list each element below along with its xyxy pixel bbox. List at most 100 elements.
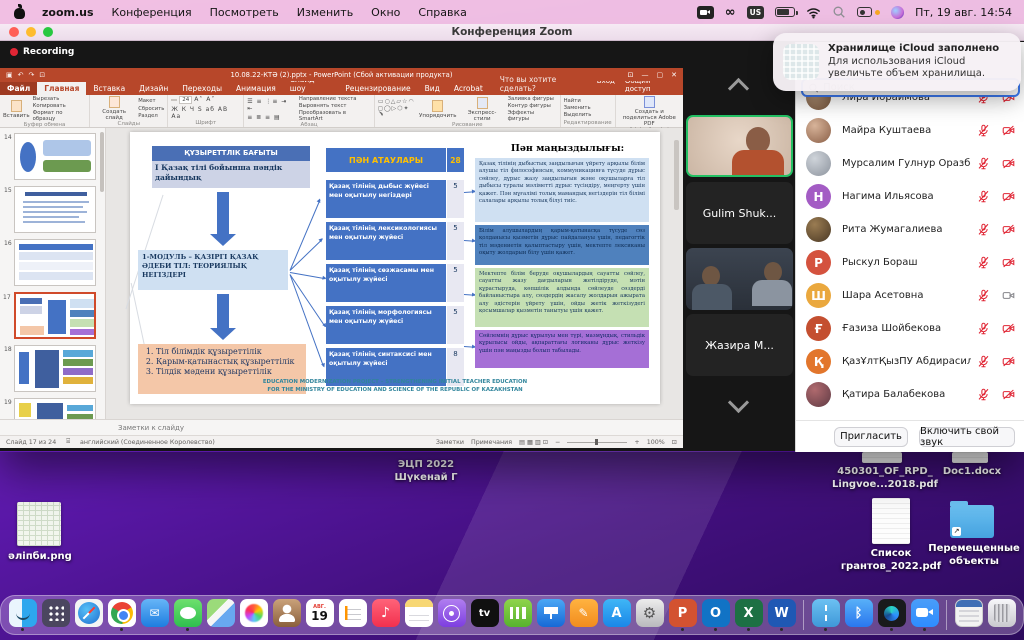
menu-clock[interactable]: Пт, 19 авг. 14:54	[915, 6, 1012, 19]
arrange-button[interactable]: Упорядочить	[419, 100, 457, 119]
font-name-box[interactable]	[171, 99, 177, 101]
icloud-notification[interactable]: Хранилище iCloud заполнено Для использов…	[773, 33, 1021, 91]
camera-off-icon[interactable]	[1002, 388, 1015, 401]
new-slide-button[interactable]: Создать слайд	[93, 96, 135, 121]
shapes-gallery[interactable]: ▭○△▱☆◠◻◯▷⬡✦﹅	[378, 99, 416, 119]
dock-contacts-icon[interactable]	[273, 599, 301, 627]
tab-transitions[interactable]: Переходы	[175, 82, 229, 95]
tab-review[interactable]: Рецензирование	[338, 82, 417, 95]
dock-reminders-icon[interactable]	[339, 599, 367, 627]
active-speaker-video[interactable]	[686, 115, 793, 177]
tab-animations[interactable]: Анимация	[229, 82, 283, 95]
dock-launchpad-icon[interactable]	[42, 599, 70, 627]
participant-video[interactable]	[686, 248, 793, 310]
dock-powerpoint-icon[interactable]: P	[669, 599, 697, 627]
camera-off-icon[interactable]	[1002, 256, 1015, 269]
dock-settings-icon[interactable]: ⚙	[636, 599, 664, 627]
shape-fill-button[interactable]: Заливка фигуры	[508, 96, 557, 102]
mic-muted-icon[interactable]	[977, 190, 990, 203]
slide-thumbnail-panel[interactable]: 14 15 16	[0, 128, 106, 419]
dock-photos-icon[interactable]	[240, 599, 268, 627]
participant-row[interactable]: Рита Жумагалиева	[796, 213, 1024, 246]
shape-effects-button[interactable]: Эффекты фигуры	[508, 110, 557, 122]
mic-muted-icon[interactable]	[977, 124, 990, 137]
dock-word-icon[interactable]: W	[768, 599, 796, 627]
mic-muted-icon[interactable]	[977, 322, 990, 335]
spotlight-icon[interactable]	[832, 5, 846, 19]
keyboard-layout-indicator[interactable]: US	[747, 6, 765, 19]
unmute-button[interactable]: Включить свой звук	[919, 427, 1015, 447]
infinity-status-icon[interactable]: ∞	[725, 5, 736, 20]
participant-tile-gulim[interactable]: Gulim Shuk...	[686, 182, 793, 244]
adobe-pdf-button[interactable]: Создать и поделиться Adobe PDF	[619, 96, 680, 127]
dock-notes-icon[interactable]	[405, 599, 433, 627]
desktop-file-alippe-label[interactable]: әліпби.png	[4, 551, 76, 564]
desktop-file-pdf450-icon[interactable]	[862, 452, 902, 463]
dock-camera-app-icon[interactable]	[878, 599, 906, 627]
camera-off-icon[interactable]	[1002, 322, 1015, 335]
slide-thumb-18[interactable]: 18	[14, 345, 96, 392]
desktop-folder-moved-icon[interactable]: ↗	[950, 505, 994, 538]
dock-trash-icon[interactable]	[988, 599, 1016, 627]
tab-file[interactable]: Файл	[0, 82, 37, 95]
tell-me-box[interactable]: Что вы хотите сделать?	[494, 73, 597, 95]
tab-design[interactable]: Дизайн	[132, 82, 175, 95]
dock-archive-utility-icon[interactable]	[812, 599, 840, 627]
tab-acrobat[interactable]: Acrobat	[447, 82, 490, 95]
list-buttons[interactable]: ☰ ≡ ⋮≡ ⇥ ⇤	[247, 98, 296, 112]
dock-podcasts-icon[interactable]	[438, 599, 466, 627]
align-buttons[interactable]: ≡ ≣ ≡ ▤	[247, 114, 296, 121]
camera-off-icon[interactable]	[1002, 190, 1015, 203]
dock-calendar-icon[interactable]: АВГ.19	[306, 599, 334, 627]
wifi-icon[interactable]	[806, 5, 821, 20]
paste-button[interactable]: Вставить	[3, 100, 30, 119]
slide-scrollbar[interactable]	[674, 140, 679, 210]
find-button[interactable]: Найти	[564, 98, 592, 104]
fit-slide-button[interactable]: ⊡	[672, 439, 677, 446]
tab-home[interactable]: Главная	[37, 82, 86, 95]
participant-row[interactable]: Мурсалим Гулнур Оразбек...	[796, 147, 1024, 180]
camera-off-icon[interactable]	[1002, 124, 1015, 137]
copy-button[interactable]: Копировать	[33, 103, 86, 109]
section-button[interactable]: Раздел	[138, 113, 164, 119]
invite-button[interactable]: Пригласить	[834, 427, 908, 447]
quick-styles-button[interactable]: Экспресс-стили	[460, 97, 505, 122]
mic-muted-icon[interactable]	[977, 289, 990, 302]
mic-muted-icon[interactable]	[977, 223, 990, 236]
menu-view[interactable]: Посмотреть	[210, 6, 279, 19]
desktop-folder-ecp-label[interactable]: ЭЦП 2022Шүкенай Г	[378, 459, 474, 484]
layout-button[interactable]: Макет	[138, 98, 164, 104]
dock-numbers-icon[interactable]	[504, 599, 532, 627]
dock-keynote-icon[interactable]	[537, 599, 565, 627]
dock-zoom-icon[interactable]	[911, 599, 939, 627]
desktop-folder-moved-label[interactable]: Перемещенные объекты	[924, 543, 1024, 568]
zoom-slider[interactable]	[567, 442, 627, 443]
thumbnail-scrollbar[interactable]	[100, 132, 104, 192]
participant-row[interactable]: Қ ҚазҰлтҚызПУ Абдирасило...	[796, 345, 1024, 378]
desktop-file-alippe-icon[interactable]	[17, 502, 61, 546]
dock-safari-icon[interactable]	[75, 599, 103, 627]
battery-icon[interactable]	[775, 7, 795, 17]
align-text-button[interactable]: Выровнять текст	[299, 103, 371, 109]
apple-logo-icon[interactable]	[14, 5, 26, 19]
menu-edit[interactable]: Изменить	[297, 6, 353, 19]
dock-messages-icon[interactable]	[174, 599, 202, 627]
dock-tv-icon[interactable]: tv	[471, 599, 499, 627]
desktop-file-doc1-icon[interactable]	[952, 452, 988, 463]
font-size-box[interactable]: 24	[179, 96, 192, 104]
dock-appstore-icon[interactable]: A	[603, 599, 631, 627]
desktop-file-grants-icon[interactable]	[872, 498, 910, 544]
dock-maps-icon[interactable]	[207, 599, 235, 627]
participants-list[interactable]: Лира Ибраимова Майра Куштаева Мурсалим Г…	[796, 86, 1024, 420]
mic-muted-icon[interactable]	[977, 256, 990, 269]
scroll-videos-up-button[interactable]	[727, 75, 749, 97]
comments-toggle[interactable]: Примечания	[471, 439, 512, 446]
spellcheck-icon[interactable]: ⌸	[66, 438, 70, 446]
smartart-button[interactable]: Преобразовать в SmartArt	[299, 110, 371, 122]
zoom-status-icon[interactable]	[697, 6, 714, 19]
participant-tile-zhazira[interactable]: Жазира М...	[686, 314, 793, 376]
dock-music-icon[interactable]: ♪	[372, 599, 400, 627]
siri-icon[interactable]	[891, 6, 904, 19]
control-center-icon[interactable]	[857, 7, 872, 17]
participant-row[interactable]: Қатира Балабекова	[796, 378, 1024, 411]
